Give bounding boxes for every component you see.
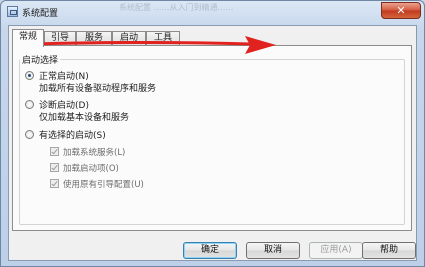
window-title: 系统配置 [22, 9, 59, 19]
normal-startup-description: 加载所有设备驱动程序和服务 [39, 84, 157, 94]
close-icon: ✕ [396, 4, 406, 17]
selective-startup-label[interactable]: 有选择的启动(S) [39, 128, 106, 141]
load-system-services-label: 加载系统服务(L) [63, 148, 126, 158]
use-original-boot-config-checkbox[interactable] [50, 179, 59, 188]
load-system-services-checkbox[interactable] [50, 147, 59, 156]
app-window-icon [7, 6, 18, 17]
use-original-boot-config-label: 使用原有引导配置(U) [63, 180, 144, 190]
cancel-button[interactable]: 取消 [246, 242, 300, 259]
load-startup-items-checkbox[interactable] [50, 163, 59, 172]
system-config-window: 系统配置 系统配置 ……从入门到精通…… ✕ 常规 引导 服务 启动 工具 启动… [0, 0, 425, 267]
background-ghost-text: 系统配置 ……从入门到精通…… [119, 3, 234, 12]
diagnostic-startup-description: 仅加载基本设备和服务 [39, 113, 130, 123]
apply-button[interactable]: 应用(A) [309, 242, 363, 259]
ok-button[interactable]: 确定 [183, 242, 237, 259]
diagnostic-startup-radio[interactable] [25, 100, 34, 109]
selective-startup-radio[interactable] [25, 130, 34, 139]
red-annotation-arrow-icon [31, 36, 276, 54]
tab-general[interactable]: 常规 [12, 29, 44, 47]
title-bar[interactable]: 系统配置 系统配置 ……从入门到精通…… ✕ [1, 1, 424, 25]
close-button[interactable]: ✕ [381, 2, 421, 19]
tab-panel-general: 启动选择 正常启动(N) 加载所有设备驱动程序和服务 诊断启动(D) 仅加载基本… [12, 45, 412, 231]
load-startup-items-label: 加载启动项(O) [63, 164, 119, 174]
help-button[interactable]: 帮助 [362, 242, 416, 259]
normal-startup-radio[interactable] [25, 71, 34, 80]
